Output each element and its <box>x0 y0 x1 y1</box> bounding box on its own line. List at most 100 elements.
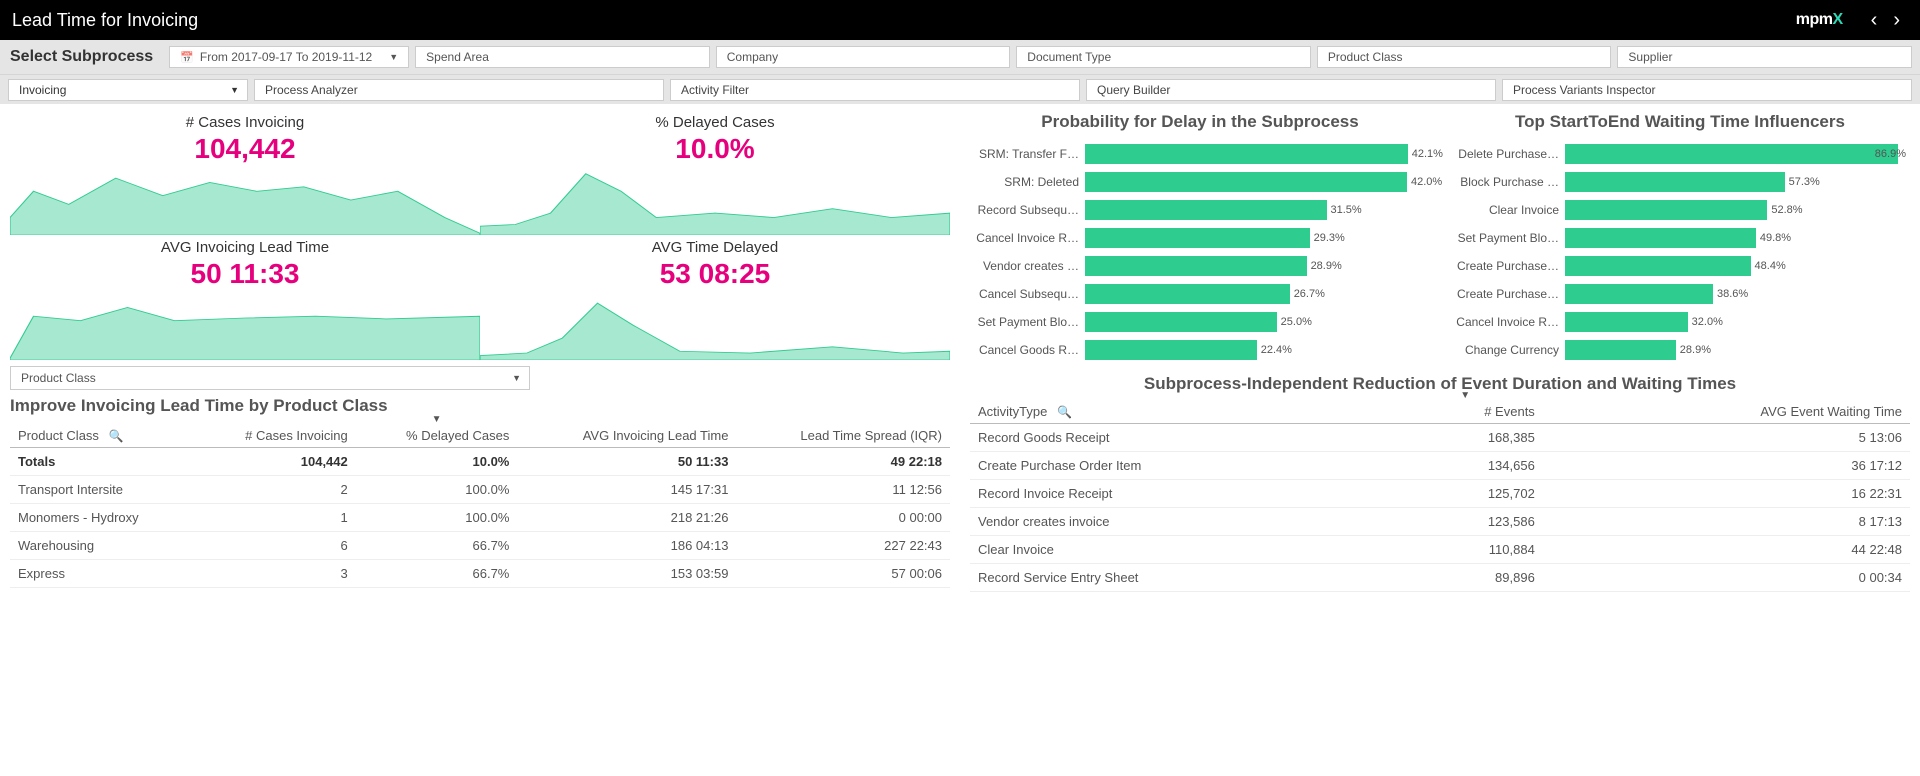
table-row[interactable]: Record Invoice Receipt125,70216 22:31 <box>970 480 1910 508</box>
sparkline-icon <box>10 165 480 235</box>
bar-row[interactable]: Cancel Invoice R… 29.3% <box>970 224 1430 252</box>
bar-track: 48.4% <box>1565 256 1910 276</box>
sparkline-icon <box>480 290 950 360</box>
bar-label: SRM: Transfer F… <box>970 147 1085 161</box>
dimension-select[interactable]: Product Class ▼ <box>10 366 530 390</box>
bar-row[interactable]: Cancel Invoice R… 32.0% <box>1450 308 1910 336</box>
table-row[interactable]: Record Service Entry Sheet89,8960 00:34 <box>970 564 1910 592</box>
col-spread[interactable]: Lead Time Spread (IQR) <box>736 424 950 448</box>
page-title: Lead Time for Invoicing <box>12 10 1796 31</box>
table-row[interactable]: Vendor creates invoice123,5868 17:13 <box>970 508 1910 536</box>
date-range-filter[interactable]: From 2017-09-17 To 2019-11-12 ▼ <box>169 46 409 68</box>
col-events[interactable]: ▼ # Events <box>1388 400 1543 424</box>
bar-row[interactable]: Delete Purchase… 86.9% <box>1450 140 1910 168</box>
bar-label: Block Purchase … <box>1450 175 1565 189</box>
sort-desc-icon: ▼ <box>1460 390 1470 401</box>
subprocess-title: Subprocess-Independent Reduction of Even… <box>970 364 1910 400</box>
sort-desc-icon: ▼ <box>432 414 442 425</box>
col-lead[interactable]: AVG Invoicing Lead Time <box>517 424 736 448</box>
bar-row[interactable]: Set Payment Blo… 49.8% <box>1450 224 1910 252</box>
chevron-down-icon: ▼ <box>512 373 521 383</box>
table-row[interactable]: Warehousing666.7%186 04:13227 22:43 <box>10 532 950 560</box>
tab-process-variants-inspector[interactable]: Process Variants Inspector <box>1502 79 1912 101</box>
bar-row[interactable]: Change Currency 28.9% <box>1450 336 1910 364</box>
table-row[interactable]: Clear Invoice110,88444 22:48 <box>970 536 1910 564</box>
chevron-down-icon: ▼ <box>230 85 239 95</box>
bar-track: 29.3% <box>1085 228 1430 248</box>
col-delayed[interactable]: ▼ % Delayed Cases <box>356 424 518 448</box>
table-row[interactable]: Create Purchase Order Item134,65636 17:1… <box>970 452 1910 480</box>
bar-track: 28.9% <box>1565 340 1910 360</box>
table-row[interactable]: Express366.7%153 03:5957 00:06 <box>10 560 950 588</box>
filter-bar: Select Subprocess From 2017-09-17 To 201… <box>0 40 1920 74</box>
company-filter[interactable]: Company <box>716 46 1011 68</box>
bar-row[interactable]: Record Subsequ… 31.5% <box>970 196 1430 224</box>
col-cases[interactable]: # Cases Invoicing <box>195 424 356 448</box>
events-table: ActivityType 🔍 ▼ # Events AVG Event Wait… <box>970 400 1910 592</box>
bar-label: SRM: Deleted <box>970 175 1085 189</box>
bar-row[interactable]: Clear Invoice 52.8% <box>1450 196 1910 224</box>
table-row[interactable]: Transport Intersite2100.0%145 17:3111 12… <box>10 476 950 504</box>
influencers-chart: Top StartToEnd Waiting Time Influencers … <box>1450 110 1910 364</box>
kpi-lead-time: AVG Invoicing Lead Time 50 11:33 <box>10 235 480 360</box>
tab-query-builder[interactable]: Query Builder <box>1086 79 1496 101</box>
col-product-class[interactable]: Product Class 🔍 <box>10 424 195 448</box>
chevron-down-icon: ▼ <box>379 52 398 62</box>
bar-label: Cancel Invoice R… <box>970 231 1085 245</box>
bar-row[interactable]: Block Purchase … 57.3% <box>1450 168 1910 196</box>
bar-row[interactable]: Create Purchase… 38.6% <box>1450 280 1910 308</box>
bar-row[interactable]: SRM: Deleted 42.0% <box>970 168 1430 196</box>
app-topbar: Lead Time for Invoicing mpmX ‹ › <box>0 0 1920 40</box>
bar-label: Set Payment Blo… <box>1450 231 1565 245</box>
document-type-filter[interactable]: Document Type <box>1016 46 1311 68</box>
subprocess-select[interactable]: Invoicing ▼ <box>8 79 248 101</box>
table-row[interactable]: Record Goods Receipt168,3855 13:06 <box>970 424 1910 452</box>
improve-title: Improve Invoicing Lead Time by Product C… <box>10 394 950 424</box>
bar-track: 57.3% <box>1565 172 1910 192</box>
probability-chart: Probability for Delay in the Subprocess … <box>970 110 1430 364</box>
bar-track: 22.4% <box>1085 340 1430 360</box>
search-icon[interactable]: 🔍 <box>103 429 124 443</box>
bar-label: Set Payment Blo… <box>970 315 1085 329</box>
product-class-filter[interactable]: Product Class <box>1317 46 1612 68</box>
kpi-delayed: % Delayed Cases 10.0% <box>480 110 950 235</box>
bar-label: Cancel Subsequ… <box>970 287 1085 301</box>
tab-process-analyzer[interactable]: Process Analyzer <box>254 79 664 101</box>
sparkline-icon <box>480 165 950 235</box>
bar-label: Change Currency <box>1450 343 1565 357</box>
bar-label: Record Subsequ… <box>970 203 1085 217</box>
bar-label: Clear Invoice <box>1450 203 1565 217</box>
select-subprocess-label: Select Subprocess <box>8 48 163 66</box>
bar-row[interactable]: Cancel Subsequ… 26.7% <box>970 280 1430 308</box>
bar-track: 26.7% <box>1085 284 1430 304</box>
search-icon[interactable]: 🔍 <box>1051 405 1072 419</box>
bar-track: 86.9% <box>1565 144 1910 164</box>
bar-track: 42.1% <box>1085 144 1430 164</box>
bar-row[interactable]: Vendor creates … 28.9% <box>970 252 1430 280</box>
col-activity-type[interactable]: ActivityType 🔍 <box>970 400 1388 424</box>
tab-activity-filter[interactable]: Activity Filter <box>670 79 1080 101</box>
table-row-totals: Totals104,44210.0%50 11:3349 22:18 <box>10 448 950 476</box>
bar-row[interactable]: Create Purchase… 48.4% <box>1450 252 1910 280</box>
improve-table: Product Class 🔍 # Cases Invoicing ▼ % De… <box>10 424 950 588</box>
bar-row[interactable]: Cancel Goods R… 22.4% <box>970 336 1430 364</box>
bar-row[interactable]: SRM: Transfer F… 42.1% <box>970 140 1430 168</box>
sparkline-icon <box>10 290 480 360</box>
bar-label: Delete Purchase… <box>1450 147 1565 161</box>
nav-next-button[interactable]: › <box>1885 9 1908 32</box>
bar-track: 38.6% <box>1565 284 1910 304</box>
spend-area-filter[interactable]: Spend Area <box>415 46 710 68</box>
bar-label: Create Purchase… <box>1450 259 1565 273</box>
bar-row[interactable]: Set Payment Blo… 25.0% <box>970 308 1430 336</box>
bar-label: Vendor creates … <box>970 259 1085 273</box>
bar-track: 52.8% <box>1565 200 1910 220</box>
bar-label: Create Purchase… <box>1450 287 1565 301</box>
app-logo: mpmX <box>1796 11 1843 29</box>
nav-prev-button[interactable]: ‹ <box>1863 9 1886 32</box>
bar-track: 49.8% <box>1565 228 1910 248</box>
bar-label: Cancel Invoice R… <box>1450 315 1565 329</box>
col-wait[interactable]: AVG Event Waiting Time <box>1543 400 1910 424</box>
supplier-filter[interactable]: Supplier <box>1617 46 1912 68</box>
table-row[interactable]: Monomers - Hydroxy1100.0%218 21:260 00:0… <box>10 504 950 532</box>
bar-track: 31.5% <box>1085 200 1430 220</box>
